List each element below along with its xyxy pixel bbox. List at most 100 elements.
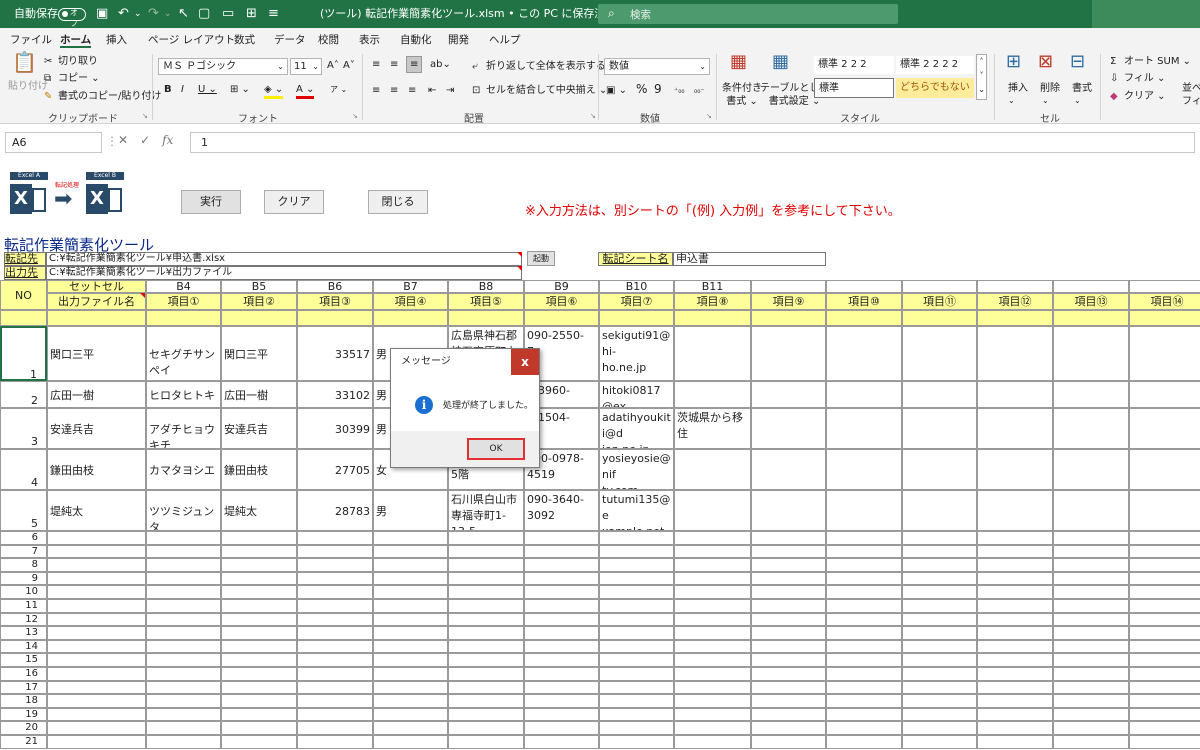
table-cell[interactable] [977, 599, 1053, 613]
col-header[interactable]: 項目④ [373, 293, 448, 310]
table-cell[interactable] [977, 721, 1053, 735]
table-cell[interactable] [599, 599, 674, 613]
ok-button[interactable]: OK [467, 438, 525, 460]
table-cell[interactable] [1053, 721, 1129, 735]
insert-function-icon[interactable]: fx [162, 133, 173, 147]
table-cell[interactable] [524, 571, 599, 586]
paste-button[interactable]: 貼り付け [8, 80, 48, 93]
redo-dropdown-icon[interactable]: ⌄ [164, 6, 172, 22]
copy-button[interactable]: コピー ⌄ [58, 72, 100, 85]
table-cell[interactable]: 19 [0, 707, 47, 722]
table-cell[interactable] [221, 544, 297, 559]
tab-review[interactable]: 校閲 [318, 32, 339, 48]
table-cell[interactable] [674, 599, 751, 613]
col-header[interactable]: 項目⑭ [1129, 293, 1200, 310]
table-cell[interactable] [448, 599, 524, 613]
table-cell[interactable] [1053, 408, 1129, 449]
fill-color-icon[interactable]: ◈ ⌄ [264, 83, 284, 99]
table-cell[interactable]: カマタヨシエ [146, 449, 221, 490]
table-cell[interactable] [751, 558, 826, 572]
table-cell[interactable] [47, 544, 146, 559]
table-cell[interactable] [826, 612, 902, 627]
table-cell[interactable] [448, 612, 524, 627]
table-cell[interactable] [826, 721, 902, 735]
table-cell[interactable] [977, 490, 1053, 531]
table-cell[interactable] [902, 680, 977, 695]
table-cell[interactable] [47, 639, 146, 654]
table-cell[interactable] [1129, 612, 1200, 627]
table-cell[interactable] [448, 558, 524, 572]
set-cell-header[interactable]: B10 [599, 280, 674, 293]
table-cell[interactable]: 安達兵吉 [47, 408, 146, 449]
set-cell-header[interactable]: B9 [524, 280, 599, 293]
table-cell[interactable] [221, 721, 297, 735]
table-cell[interactable] [751, 612, 826, 627]
table-cell[interactable] [674, 707, 751, 722]
set-cell-header[interactable]: B7 [373, 280, 448, 293]
name-box[interactable]: A6 [5, 132, 102, 153]
table-cell[interactable] [524, 707, 599, 722]
table-cell[interactable]: 30399 [297, 408, 373, 449]
table-cell[interactable] [1053, 735, 1129, 749]
table-cell[interactable] [826, 680, 902, 695]
table-cell[interactable] [524, 735, 599, 749]
table-cell[interactable]: 7 [0, 544, 47, 559]
table-cell[interactable]: 17 [0, 680, 47, 695]
table-cell[interactable] [902, 707, 977, 722]
increase-indent-icon[interactable]: ⇥ [446, 84, 454, 97]
shrink-font-icon[interactable]: A˅ [343, 59, 355, 72]
table-cell[interactable] [1129, 326, 1200, 381]
set-cell-header[interactable] [826, 280, 902, 293]
table-cell[interactable] [47, 599, 146, 613]
table-cell[interactable] [674, 490, 751, 531]
table-cell[interactable] [977, 653, 1053, 667]
table-cell[interactable] [977, 694, 1053, 708]
table-cell[interactable] [826, 490, 902, 531]
undo-icon[interactable]: ↶ [118, 6, 129, 22]
table-cell[interactable] [902, 721, 977, 735]
style-normal-222[interactable]: 標準 2 2 2 [814, 56, 894, 74]
table-cell[interactable] [146, 639, 221, 654]
clear-button[interactable]: クリア [264, 190, 324, 214]
table-cell[interactable] [1129, 544, 1200, 559]
merge-center-icon[interactable]: ⊡ [472, 84, 480, 97]
table-cell[interactable] [47, 531, 146, 545]
table-cell[interactable] [977, 571, 1053, 586]
table-cell[interactable] [751, 449, 826, 490]
table-cell[interactable] [221, 694, 297, 708]
table-cell[interactable] [751, 667, 826, 681]
close-button[interactable]: 閉じる [368, 190, 428, 214]
table-cell[interactable] [373, 735, 448, 749]
table-cell[interactable] [674, 612, 751, 627]
table-cell[interactable] [221, 531, 297, 545]
table-cell[interactable] [221, 612, 297, 627]
table-cell[interactable] [524, 599, 599, 613]
table-cell[interactable] [977, 612, 1053, 627]
table-cell[interactable]: 11 [0, 599, 47, 613]
table-cell[interactable] [1129, 694, 1200, 708]
table-cell[interactable] [448, 626, 524, 640]
set-cell-header[interactable] [1129, 280, 1200, 293]
autosave-toggle[interactable]: オフ [58, 8, 86, 28]
table-cell[interactable] [977, 680, 1053, 695]
table-cell[interactable] [674, 571, 751, 586]
table-cell[interactable] [674, 449, 751, 490]
sort-filter-button[interactable]: 並べ フィ [1182, 82, 1200, 108]
table-cell[interactable] [47, 585, 146, 599]
set-cell-header[interactable]: B5 [221, 280, 297, 293]
table-cell[interactable] [146, 531, 221, 545]
filter-cell[interactable] [674, 310, 751, 326]
redo-icon[interactable]: ↷ [148, 6, 159, 22]
table-cell[interactable] [47, 707, 146, 722]
table-cell[interactable]: 関口三平 [221, 326, 297, 381]
table-cell[interactable] [1129, 585, 1200, 599]
alignment-launcher-icon[interactable]: ↘ [590, 110, 596, 123]
tab-insert[interactable]: 挿入 [106, 32, 127, 48]
table-cell[interactable] [373, 694, 448, 708]
table-cell[interactable] [599, 626, 674, 640]
font-name-select[interactable]: ＭＳ Ｐゴシック ⌄ [158, 58, 288, 75]
filter-cell[interactable] [524, 310, 599, 326]
table-cell[interactable] [448, 735, 524, 749]
table-cell[interactable]: 12 [0, 612, 47, 627]
accounting-icon[interactable]: ▣ ⌄ [606, 84, 627, 97]
